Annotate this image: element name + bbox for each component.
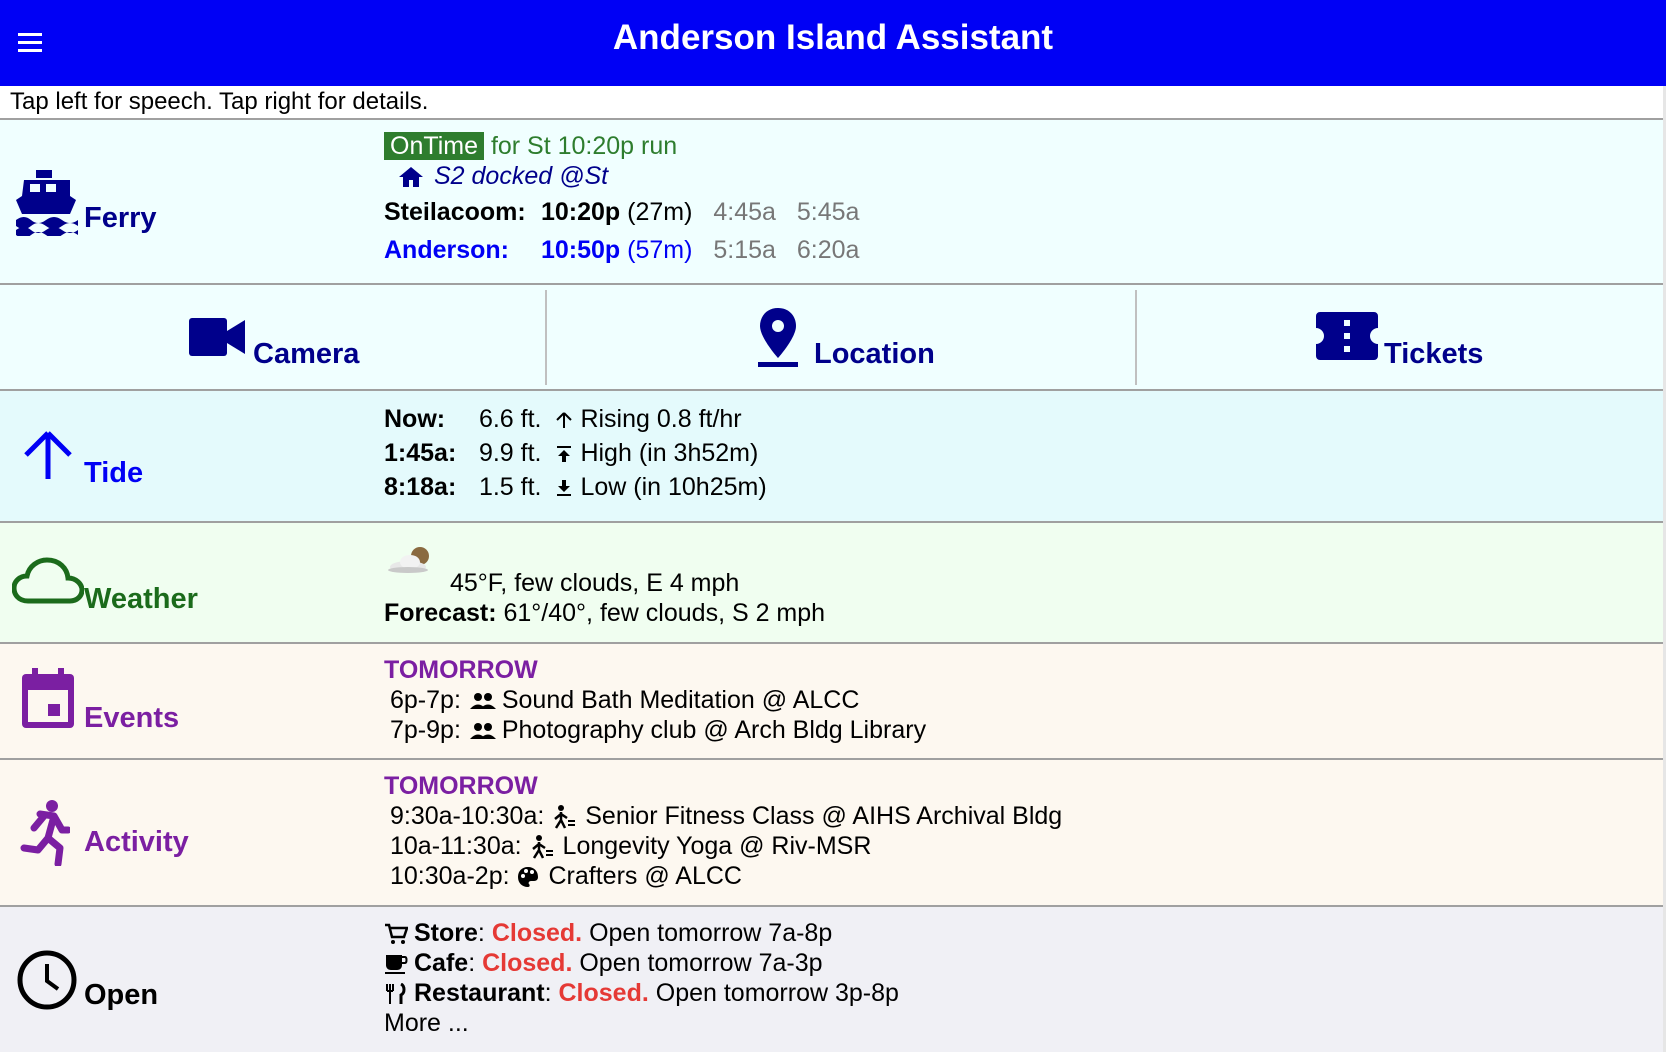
activity-time: 10a-11:30a:: [390, 832, 522, 860]
more-link[interactable]: More ...: [384, 1009, 469, 1038]
coffee-icon: [385, 955, 408, 975]
tide-time-low: 8:18a:: [384, 473, 457, 501]
tide-height-now: 6.6 ft.: [478, 405, 542, 433]
location-tile[interactable]: Location: [547, 290, 1135, 390]
forecast-label: Forecast:: [384, 599, 497, 627]
calendar-icon: [22, 668, 74, 728]
list-item[interactable]: Cafe: Closed. Open tomorrow 7a-3p: [384, 949, 823, 978]
activity-time: 9:30a-10:30a:: [390, 802, 545, 830]
open-label: Open: [84, 979, 159, 1011]
list-item[interactable]: 6p-7p: Sound Bath Meditation @ ALCC: [390, 686, 859, 715]
anderson-next-time: 10:50p: [540, 236, 621, 264]
open-item-status: Closed.: [482, 949, 573, 977]
activity-day: TOMORROW: [384, 772, 538, 800]
activity-label: Activity: [84, 826, 189, 858]
ship-icon: [16, 170, 78, 236]
activity-text: Crafters @ ALCC: [548, 862, 742, 890]
list-item[interactable]: 7p-9p: Photography club @ Arch Bldg Libr…: [390, 716, 926, 745]
arrow-to-bottom-icon: [557, 480, 572, 497]
event-text: Sound Bath Meditation @ ALCC: [501, 686, 860, 714]
activity-row[interactable]: Activity TOMORROW 9:30a-10:30a: Senior F…: [0, 760, 1663, 907]
anderson-later-2: 6:20a: [796, 236, 860, 264]
hint-text: Tap left for speech. Tap right for detai…: [10, 88, 429, 115]
tide-desc-now: Rising 0.8 ft/hr: [580, 405, 742, 433]
anderson-label: Anderson:: [384, 236, 509, 264]
weather-forecast: 61°/40°, few clouds, S 2 mph: [503, 599, 826, 627]
fork-knife-icon: [386, 983, 406, 1005]
activity-time: 10:30a-2p:: [390, 862, 510, 890]
anderson-later-1: 5:15a: [713, 236, 776, 264]
home-icon: [399, 167, 423, 188]
events-day: TOMORROW: [384, 656, 538, 684]
open-item-hours: Open tomorrow 3p-8p: [655, 979, 899, 1007]
list-item[interactable]: 9:30a-10:30a: Senior Fitness Class @ AIH…: [390, 802, 1062, 831]
status-badge: OnTime: [384, 132, 484, 160]
open-item-hours: Open tomorrow 7a-3p: [579, 949, 823, 977]
list-item[interactable]: Store: Closed. Open tomorrow 7a-8p: [384, 919, 832, 948]
ticket-icon: [1316, 312, 1378, 360]
anderson-wait: (57m): [627, 236, 693, 264]
weather-row[interactable]: Weather 45°F, few clouds, E 4 mph Foreca…: [0, 523, 1663, 644]
tide-desc-low: Low (in 10h25m): [580, 473, 767, 501]
event-time: 6p-7p:: [390, 686, 461, 714]
tide-time-high: 1:45a:: [384, 439, 457, 467]
tide-height-low: 1.5 ft.: [478, 473, 542, 501]
people-icon: [469, 693, 496, 710]
open-item-name: Store: [414, 919, 478, 947]
open-item-name: Cafe: [414, 949, 469, 977]
steilacoom-label: Steilacoom:: [384, 198, 526, 226]
running-person-icon: [20, 800, 70, 866]
tide-desc-high: High (in 3h52m): [580, 439, 759, 467]
arrow-to-top-icon: [557, 446, 572, 463]
location-label: Location: [814, 338, 935, 370]
steilacoom-later-1: 4:45a: [713, 198, 776, 226]
list-item[interactable]: Restaurant: Closed. Open tomorrow 3p-8p: [384, 979, 899, 1008]
people-icon: [469, 723, 496, 740]
few-clouds-night-icon: [388, 547, 429, 573]
tickets-label: Tickets: [1384, 338, 1484, 370]
ferry-label: Ferry: [84, 202, 157, 234]
open-row[interactable]: Open Store: Closed. Open tomorrow 7a-8p …: [0, 907, 1663, 1052]
arrow-up-icon: [24, 431, 72, 479]
ferry-status-text: for St 10:20p run: [490, 132, 678, 160]
open-item-hours: Open tomorrow 7a-8p: [589, 919, 833, 947]
events-label: Events: [84, 702, 180, 734]
event-time: 7p-9p:: [390, 716, 461, 744]
steilacoom-next-time: 10:20p: [540, 198, 621, 226]
open-item-status: Closed.: [491, 919, 583, 947]
list-item[interactable]: 10a-11:30a: Longevity Yoga @ Riv-MSR: [390, 832, 871, 861]
steilacoom-later-2: 5:45a: [796, 198, 860, 226]
clock-icon: [17, 950, 77, 1010]
weather-label: Weather: [84, 583, 198, 615]
video-camera-icon: [189, 318, 245, 356]
fitness-icon: [531, 835, 553, 860]
arrow-up-small-icon: [556, 412, 573, 429]
app-header: Anderson Island Assistant: [0, 0, 1666, 86]
tide-row[interactable]: Tide Now: 6.6 ft. Rising 0.8 ft/hr 1:45a…: [0, 391, 1663, 523]
camera-tile[interactable]: Camera: [0, 290, 545, 390]
steilacoom-wait: (27m): [627, 198, 693, 226]
cart-icon: [385, 924, 408, 945]
map-pin-icon: [758, 308, 798, 367]
palette-icon: [517, 867, 538, 888]
fitness-icon: [554, 805, 576, 830]
weather-current: 45°F, few clouds, E 4 mph: [450, 569, 740, 597]
activity-text: Longevity Yoga @ Riv-MSR: [562, 832, 872, 860]
activity-text: Senior Fitness Class @ AIHS Archival Bld…: [585, 802, 1063, 830]
open-item-name: Restaurant: [414, 979, 545, 1007]
tide-label: Tide: [84, 457, 144, 489]
event-text: Photography club @ Arch Bldg Library: [501, 716, 927, 744]
ferry-row[interactable]: Ferry OnTime for St 10:20p run S2 docked…: [0, 118, 1663, 285]
tickets-tile[interactable]: Tickets: [1137, 290, 1663, 390]
app-title: Anderson Island Assistant: [612, 18, 1054, 57]
camera-label: Camera: [253, 338, 360, 370]
tide-time-now: Now:: [384, 405, 446, 433]
list-item[interactable]: 10:30a-2p: Crafters @ ALCC: [390, 862, 742, 891]
cloud-outline-icon: [12, 557, 84, 604]
open-item-status: Closed.: [558, 979, 649, 1007]
events-row[interactable]: Events TOMORROW 6p-7p: Sound Bath Medita…: [0, 644, 1663, 760]
vessel-status: S2 docked @St: [434, 162, 609, 190]
tide-height-high: 9.9 ft.: [478, 439, 542, 467]
